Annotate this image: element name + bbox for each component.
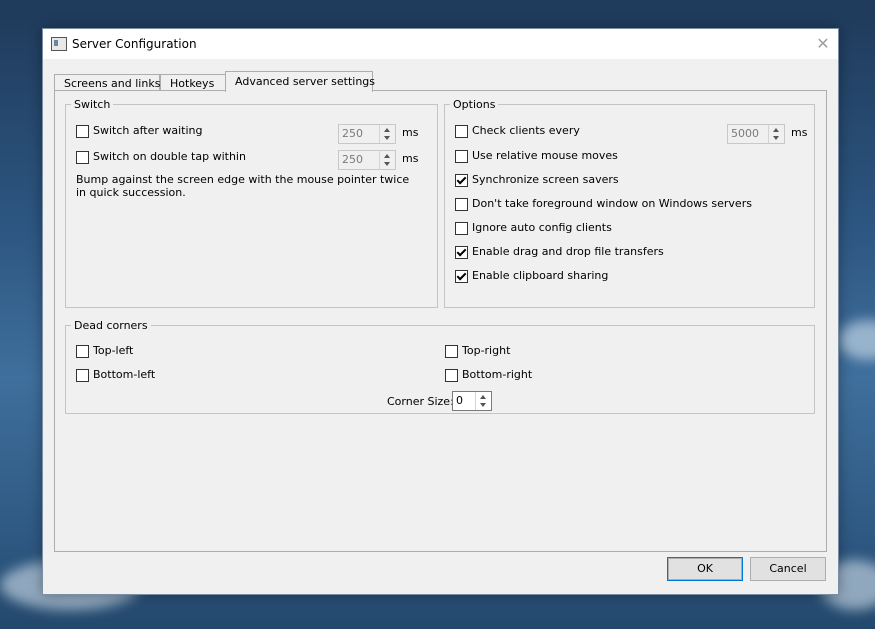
check-clients-row: Check clients every <box>455 123 755 139</box>
dead-corner-bottom-right-label: Bottom-right <box>462 368 533 381</box>
dead-corners-legend: Dead corners <box>74 319 148 332</box>
arrow-down-icon[interactable] <box>384 136 390 140</box>
switch-double-tap-spinbox[interactable]: 250 <box>338 150 396 170</box>
server-configuration-dialog: Server Configuration ✕ Screens and links… <box>42 28 839 595</box>
option-ignore-auto-config-label: Ignore auto config clients <box>472 221 612 234</box>
spinbox-value: 250 <box>342 127 363 140</box>
option-drag-drop-checkbox[interactable] <box>455 246 468 259</box>
option-ignore-auto-config-checkbox[interactable] <box>455 222 468 235</box>
check-clients-checkbox[interactable] <box>455 125 468 138</box>
arrow-up-icon[interactable] <box>384 154 390 158</box>
switch-after-waiting-checkbox[interactable] <box>76 125 89 138</box>
dead-corner-bottom-right-row[interactable]: Bottom-right <box>445 367 645 383</box>
title-bar: Server Configuration ✕ <box>43 29 838 59</box>
spinbox-arrows[interactable] <box>475 392 491 410</box>
dead-corner-top-left-checkbox[interactable] <box>76 345 89 358</box>
arrow-down-icon[interactable] <box>773 136 779 140</box>
option-foreground-window-row[interactable]: Don't take foreground window on Windows … <box>455 196 795 212</box>
window-title: Server Configuration <box>72 37 197 51</box>
ok-button[interactable]: OK <box>667 557 743 581</box>
spinbox-value: 0 <box>456 394 463 407</box>
spinbox-arrows[interactable] <box>768 125 784 143</box>
spinbox-arrows[interactable] <box>379 125 395 143</box>
switch-double-tap-label: Switch on double tap within <box>93 150 246 163</box>
option-foreground-window-checkbox[interactable] <box>455 198 468 211</box>
desktop-cloud <box>838 320 875 360</box>
dead-corner-top-right-label: Top-right <box>462 344 511 357</box>
dead-corner-bottom-right-checkbox[interactable] <box>445 369 458 382</box>
arrow-up-icon[interactable] <box>773 128 779 132</box>
option-relative-mouse-label: Use relative mouse moves <box>472 149 618 162</box>
spinbox-arrows[interactable] <box>379 151 395 169</box>
cancel-button[interactable]: Cancel <box>750 557 826 581</box>
option-clipboard-sharing-label: Enable clipboard sharing <box>472 269 609 282</box>
corner-size-spinbox[interactable]: 0 <box>452 391 492 411</box>
switch-group-legend: Switch <box>74 98 111 111</box>
app-window-icon <box>51 37 67 51</box>
option-foreground-window-label: Don't take foreground window on Windows … <box>472 197 752 210</box>
check-clients-spinbox[interactable]: 5000 <box>727 124 785 144</box>
option-ignore-auto-config-row[interactable]: Ignore auto config clients <box>455 220 795 236</box>
option-clipboard-sharing-row[interactable]: Enable clipboard sharing <box>455 268 795 284</box>
option-relative-mouse-checkbox[interactable] <box>455 150 468 163</box>
advanced-settings-panel: Switch Switch after waiting 250 ms Switc… <box>54 90 827 552</box>
arrow-up-icon[interactable] <box>480 395 486 399</box>
corner-size-label: Corner Size: <box>387 395 454 408</box>
tab-advanced-server-settings[interactable]: Advanced server settings <box>225 71 375 92</box>
options-group-legend: Options <box>453 98 496 111</box>
arrow-down-icon[interactable] <box>480 403 486 407</box>
option-drag-drop-row[interactable]: Enable drag and drop file transfers <box>455 244 795 260</box>
dead-corner-bottom-left-label: Bottom-left <box>93 368 156 381</box>
option-sync-screensavers-label: Synchronize screen savers <box>472 173 619 186</box>
switch-after-waiting-spinbox[interactable]: 250 <box>338 124 396 144</box>
dead-corner-top-left-row[interactable]: Top-left <box>76 343 276 359</box>
spinbox-value: 250 <box>342 153 363 166</box>
switch-double-tap-checkbox[interactable] <box>76 151 89 164</box>
option-relative-mouse-row[interactable]: Use relative mouse moves <box>455 148 795 164</box>
dead-corner-top-right-row[interactable]: Top-right <box>445 343 645 359</box>
check-clients-unit: ms <box>791 126 808 139</box>
option-drag-drop-label: Enable drag and drop file transfers <box>472 245 664 258</box>
switch-double-tap-unit: ms <box>402 152 419 165</box>
spinbox-value: 5000 <box>731 127 759 140</box>
option-clipboard-sharing-checkbox[interactable] <box>455 270 468 283</box>
option-sync-screensavers-checkbox[interactable] <box>455 174 468 187</box>
double-tap-description: Bump against the screen edge with the mo… <box>76 173 410 199</box>
switch-after-waiting-unit: ms <box>402 126 419 139</box>
close-icon[interactable]: ✕ <box>808 29 838 59</box>
option-sync-screensavers-row[interactable]: Synchronize screen savers <box>455 172 795 188</box>
dead-corner-bottom-left-checkbox[interactable] <box>76 369 89 382</box>
arrow-down-icon[interactable] <box>384 162 390 166</box>
check-clients-label: Check clients every <box>472 124 580 137</box>
dead-corner-top-left-label: Top-left <box>93 344 134 357</box>
dead-corner-top-right-checkbox[interactable] <box>445 345 458 358</box>
switch-after-waiting-label: Switch after waiting <box>93 124 203 137</box>
dead-corner-bottom-left-row[interactable]: Bottom-left <box>76 367 276 383</box>
arrow-up-icon[interactable] <box>384 128 390 132</box>
